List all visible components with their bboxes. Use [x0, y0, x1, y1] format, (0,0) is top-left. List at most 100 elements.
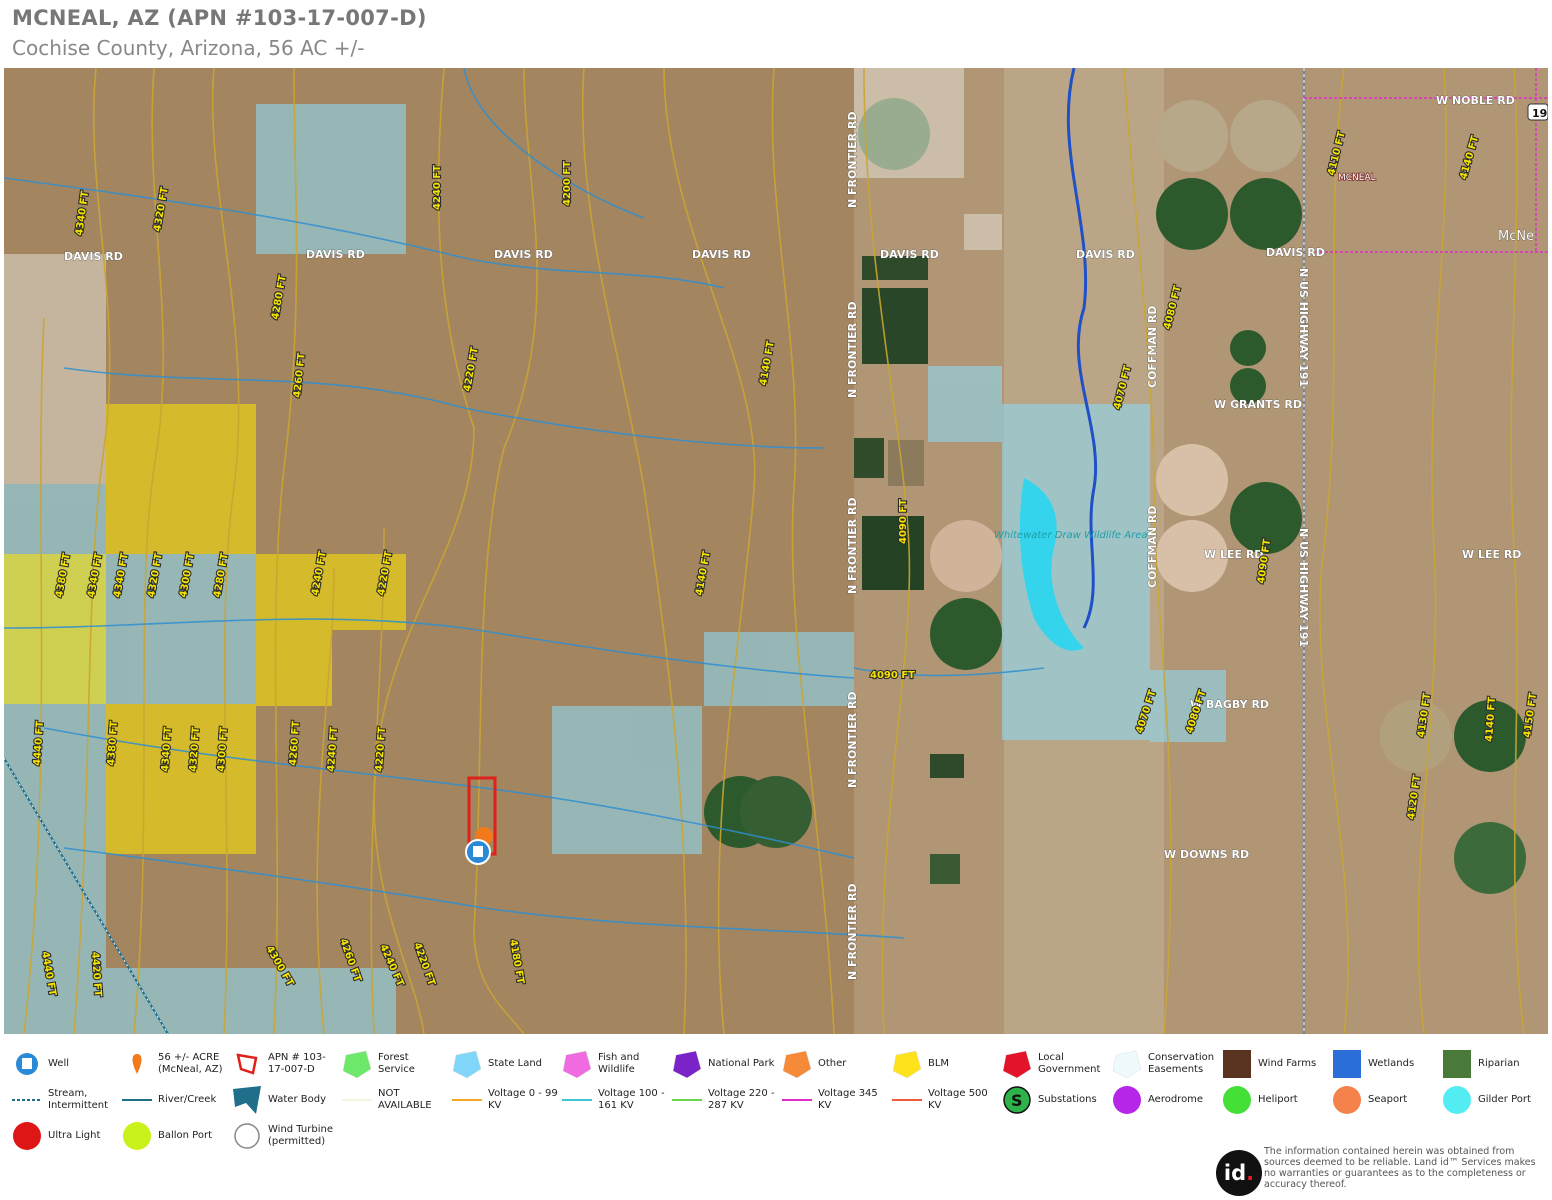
legend-item: Forest Service — [342, 1048, 448, 1080]
line-icon — [782, 1085, 812, 1115]
legend-item: APN # 103-17-007-D — [232, 1048, 338, 1080]
road-label: COFFMAN RD — [1146, 505, 1159, 588]
brand-logo-text: id — [1223, 1161, 1247, 1185]
legend-item: Water Body — [232, 1084, 338, 1116]
parcel-outline-icon — [232, 1049, 262, 1079]
legend-label: 56 +/- ACRE (McNeal, AZ) — [158, 1052, 223, 1075]
elevation-label: 4200 FT — [562, 161, 573, 206]
edge-town-label: McNe — [1498, 229, 1534, 244]
legend-item: Seaport — [1332, 1084, 1438, 1116]
pentagon-icon — [562, 1049, 592, 1079]
pentagon-icon — [1112, 1049, 1142, 1079]
line-icon — [892, 1085, 922, 1115]
road-label: N US HIGHWAY 191 — [1297, 268, 1310, 387]
road-label: W NOBLE RD — [1436, 94, 1515, 107]
road-label: W DOWNS RD — [1164, 848, 1249, 861]
road-label: DAVIS RD — [1076, 248, 1135, 261]
pentagon-icon — [452, 1049, 482, 1079]
circle-icon — [1222, 1085, 1252, 1115]
road-label: N FRONTIER RD — [846, 301, 859, 398]
road-label: DAVIS RD — [1266, 246, 1325, 259]
legend-item: National Park — [672, 1048, 778, 1080]
line-icon — [672, 1085, 702, 1115]
legend-item: Ultra Light — [12, 1120, 118, 1152]
road-label: N FRONTIER RD — [846, 497, 859, 594]
road-label: N FRONTIER RD — [846, 691, 859, 788]
legend-item: Wetlands — [1332, 1048, 1438, 1080]
legend-label: Voltage 345 KV — [818, 1088, 878, 1111]
pentagon-icon — [1002, 1049, 1032, 1079]
road-label: DAVIS RD — [494, 248, 553, 261]
ring-icon — [232, 1121, 262, 1151]
circle-icon — [122, 1121, 152, 1151]
circle-icon — [1112, 1085, 1142, 1115]
legend-label: Stream, Intermittent — [48, 1088, 109, 1111]
square-icon — [1442, 1049, 1472, 1079]
road-label: N US HIGHWAY 191 — [1297, 528, 1310, 647]
line-icon — [452, 1085, 482, 1115]
map-canvas[interactable]: Whitewater Draw Wildlife Area DAVIS RD D… — [4, 68, 1548, 1034]
wildlife-area-label: Whitewater Draw Wildlife Area — [994, 530, 1147, 541]
line-icon — [122, 1085, 152, 1115]
square-icon — [1222, 1049, 1252, 1079]
road-label: W LEE RD — [1204, 548, 1263, 561]
legend-item: Aerodrome — [1112, 1084, 1218, 1116]
legend-label: Voltage 0 - 99 KV — [488, 1088, 558, 1111]
legend-item: 56 +/- ACRE (McNeal, AZ) — [122, 1048, 228, 1080]
legend-item: Local Government — [1002, 1048, 1108, 1080]
page-title: MCNEAL, AZ (APN #103-17-007-D) — [12, 6, 427, 30]
legend-item: River/Creek — [122, 1084, 228, 1116]
map-pin-icon — [122, 1049, 152, 1079]
well-icon — [12, 1049, 42, 1079]
legend-label: Conservation Easements — [1148, 1052, 1215, 1075]
legend-label: Wetlands — [1368, 1058, 1415, 1069]
legend-label: BLM — [928, 1058, 950, 1069]
legend-label: Seaport — [1368, 1094, 1408, 1105]
legend-label: Ultra Light — [48, 1130, 101, 1141]
legend-item: Gilder Port — [1442, 1084, 1548, 1116]
town-label: MCNEAL — [1338, 173, 1376, 183]
legend-label: Wind Turbine (permitted) — [268, 1124, 333, 1147]
water-body-icon — [232, 1085, 262, 1115]
legend-item: Voltage 345 KV — [782, 1084, 888, 1116]
legend-label: Voltage 100 - 161 KV — [598, 1088, 665, 1111]
legend-label: Wind Farms — [1258, 1058, 1317, 1069]
legend-label: River/Creek — [158, 1094, 217, 1105]
dashed-line-icon — [12, 1085, 42, 1115]
legend-item: Other — [782, 1048, 888, 1080]
legend-item: Stream, Intermittent — [12, 1084, 118, 1116]
brand-logo: id. — [1216, 1150, 1262, 1196]
legend-item: Ballon Port — [122, 1120, 228, 1152]
pentagon-icon — [672, 1049, 702, 1079]
legend-label: Local Government — [1038, 1052, 1101, 1075]
pentagon-icon — [342, 1049, 372, 1079]
square-icon — [1332, 1049, 1362, 1079]
pentagon-icon — [892, 1049, 922, 1079]
legend-label: Voltage 220 - 287 KV — [708, 1088, 775, 1111]
legend-item: Fish and Wildlife — [562, 1048, 668, 1080]
legend-item: Wind Farms — [1222, 1048, 1328, 1080]
road-label: DAVIS RD — [880, 248, 939, 261]
elevation-label: 4240 FT — [432, 165, 443, 210]
road-label: N FRONTIER RD — [846, 111, 859, 208]
line-icon — [342, 1085, 372, 1115]
svg-text:S: S — [1011, 1091, 1023, 1110]
legend-label: Well — [48, 1058, 70, 1069]
legend-label: Forest Service — [378, 1052, 415, 1075]
page-subtitle: Cochise County, Arizona, 56 AC +/- — [12, 36, 365, 60]
map-view[interactable]: Whitewater Draw Wildlife Area DAVIS RD D… — [4, 68, 1548, 1034]
legend-label: Aerodrome — [1148, 1094, 1204, 1105]
disclaimer-text: The information contained herein was obt… — [1264, 1146, 1536, 1190]
brand-logo-dot: . — [1246, 1161, 1255, 1185]
legend-label: Gilder Port — [1478, 1094, 1531, 1105]
legend-label: Riparian — [1478, 1058, 1520, 1069]
legend-label: Voltage 500 KV — [928, 1088, 988, 1111]
legend-label: National Park — [708, 1058, 775, 1069]
legend-item: S Substations — [1002, 1084, 1108, 1116]
road-label: DAVIS RD — [306, 248, 365, 261]
legend-item: Riparian — [1442, 1048, 1548, 1080]
legend-item: Voltage 0 - 99 KV — [452, 1084, 558, 1116]
road-label: DAVIS RD — [64, 250, 123, 263]
map-legend: Well 56 +/- ACRE (McNeal, AZ) APN # 103-17… — [0, 1048, 1552, 1158]
well-icon-glyph — [473, 846, 483, 857]
